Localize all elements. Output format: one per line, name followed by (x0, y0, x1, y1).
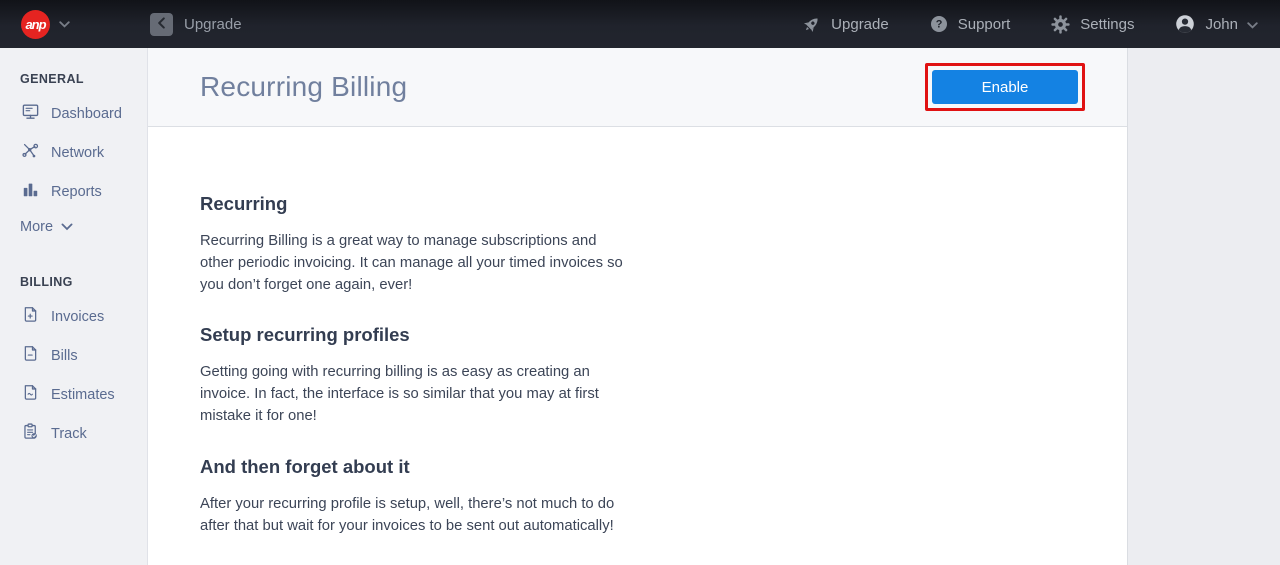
sidebar-item-label: Dashboard (51, 105, 122, 122)
breadcrumb: Upgrade (150, 12, 242, 36)
app-root: anp Upgrade Upgrade ? Support Settings J… (0, 0, 1280, 565)
bar-chart-icon (21, 180, 40, 203)
nav-settings[interactable]: Settings (1050, 14, 1134, 35)
track-clipboard-icon (21, 422, 40, 445)
topbar: anp Upgrade Upgrade ? Support Settings J… (0, 0, 1280, 48)
svg-text:?: ? (935, 19, 942, 31)
sidebar-item-reports[interactable]: Reports (0, 172, 147, 211)
sidebar-section-general: GENERAL (20, 72, 84, 86)
section-body: Recurring Billing is a great way to mana… (200, 233, 623, 293)
section-forget-about-it: And then forget about it After your recu… (200, 456, 1127, 538)
back-button[interactable] (150, 12, 173, 36)
sidebar-item-network[interactable]: Network (0, 133, 147, 172)
section-recurring: Recurring Recurring Billing is a great w… (200, 193, 1127, 296)
bill-minus-icon (21, 344, 40, 367)
sidebar-item-label: Network (51, 144, 105, 161)
chevron-down-icon (1247, 16, 1258, 33)
gear-icon (1050, 14, 1071, 35)
nav-support-label: Support (957, 15, 1011, 33)
sidebar-item-label: Reports (51, 183, 102, 200)
top-navigation: Upgrade ? Support Settings John (801, 13, 1280, 35)
right-gutter (1128, 48, 1280, 565)
chevron-down-icon (61, 219, 73, 235)
rocket-icon (801, 14, 822, 35)
nav-settings-label: Settings (1080, 15, 1135, 33)
sidebar-item-label: Track (51, 425, 87, 442)
chevron-left-icon (157, 16, 166, 32)
section-heading: Setup recurring profiles (200, 324, 410, 346)
enable-button[interactable]: Enable (932, 70, 1078, 104)
sidebar-item-bills[interactable]: Bills (0, 336, 147, 375)
nav-user-label: John (1205, 15, 1238, 33)
chevron-down-icon (59, 15, 70, 33)
avatar-icon (1174, 13, 1196, 35)
sidebar-more-toggle[interactable]: More (0, 211, 147, 243)
page-content: Recurring Recurring Billing is a great w… (148, 127, 1127, 565)
section-heading: And then forget about it (200, 455, 410, 477)
sidebar-item-label: Estimates (51, 386, 115, 403)
more-label: More (20, 219, 54, 235)
section-body: After your recurring profile is setup, w… (200, 495, 615, 534)
main-panel: Recurring Billing Enable Recurring Recur… (148, 48, 1128, 565)
sidebar: GENERAL Dashboard Network Reports More B… (0, 48, 148, 565)
section-setup-profiles: Setup recurring profiles Getting going w… (200, 324, 1127, 427)
invoice-plus-icon (21, 305, 40, 328)
nav-user-menu[interactable]: John (1174, 13, 1258, 35)
account-logo-menu[interactable]: anp (0, 9, 148, 39)
page-context-label: Upgrade (184, 15, 242, 33)
question-icon: ? (929, 14, 949, 34)
nav-upgrade-label: Upgrade (831, 15, 889, 33)
network-nodes-icon (21, 141, 40, 164)
page-title: Recurring Billing (200, 71, 408, 102)
app-logo: anp (21, 9, 50, 39)
section-body: Getting going with recurring billing is … (200, 364, 599, 424)
dashboard-monitor-icon (21, 102, 40, 125)
sidebar-item-label: Bills (51, 347, 78, 364)
sidebar-item-dashboard[interactable]: Dashboard (0, 94, 147, 133)
sidebar-item-label: Invoices (51, 308, 105, 325)
annotation-highlight: Enable (925, 63, 1085, 111)
sidebar-item-invoices[interactable]: Invoices (0, 297, 147, 336)
section-heading: Recurring (200, 193, 288, 214)
nav-upgrade[interactable]: Upgrade (801, 14, 889, 35)
sidebar-item-estimates[interactable]: Estimates (0, 375, 147, 414)
page-header: Recurring Billing Enable (148, 48, 1127, 127)
sidebar-section-billing: BILLING (20, 275, 73, 289)
body-row: GENERAL Dashboard Network Reports More B… (0, 48, 1280, 565)
sidebar-item-track[interactable]: Track (0, 414, 147, 453)
nav-support[interactable]: ? Support (929, 14, 1011, 34)
estimate-tilde-icon (21, 383, 40, 406)
app-logo-text: anp (25, 16, 46, 32)
